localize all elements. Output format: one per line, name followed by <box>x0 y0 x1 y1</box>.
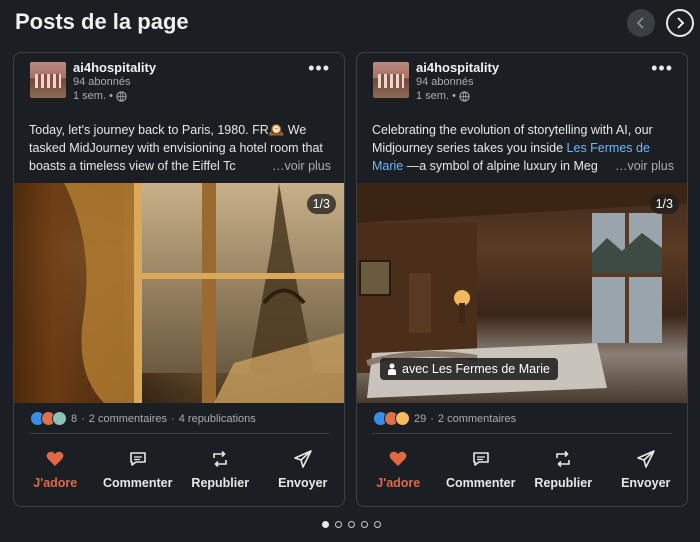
send-button[interactable]: Envoyer <box>606 443 686 499</box>
pagination-dot[interactable] <box>361 521 368 528</box>
see-more-link[interactable]: …voir plus <box>610 157 674 175</box>
post-card[interactable]: ai4hospitality 94 abonnés 1 sem. • ••• T… <box>13 52 345 507</box>
tagged-company[interactable]: avec Les Fermes de Marie <box>380 358 558 380</box>
post-author[interactable]: ai4hospitality 94 abonnés 1 sem. • <box>373 61 499 103</box>
heart-icon <box>389 451 407 466</box>
page-title: Posts de la page <box>15 9 189 34</box>
repost-icon <box>213 450 228 468</box>
follower-count: 94 abonnés <box>416 76 474 88</box>
love-label: J'adore <box>33 476 78 490</box>
post-stats[interactable]: 8 · 2 commentaires · 4 republications <box>30 411 256 426</box>
repost-label: Republier <box>534 476 593 490</box>
send-label: Envoyer <box>278 476 328 490</box>
more-options-button[interactable]: ••• <box>651 59 673 77</box>
post-image[interactable]: 1/3 <box>14 183 344 403</box>
pagination-dot[interactable] <box>322 521 329 528</box>
comment-icon <box>129 452 146 466</box>
reaction-icons <box>30 411 67 426</box>
comment-button[interactable]: Commenter <box>441 443 521 499</box>
avatar[interactable] <box>373 62 409 98</box>
comment-button[interactable]: Commenter <box>98 443 178 499</box>
divider <box>372 433 672 434</box>
repost-label: Republier <box>191 476 250 490</box>
comment-label: Commenter <box>446 476 516 490</box>
divider <box>29 433 329 434</box>
love-button[interactable]: J'adore <box>358 443 438 499</box>
globe-icon <box>116 90 127 102</box>
post-actions: J'adore Commenter Republier Envoyer <box>14 443 344 499</box>
follower-count: 94 abonnés <box>73 76 131 88</box>
repost-icon <box>556 450 571 468</box>
author-name[interactable]: ai4hospitality <box>73 61 156 75</box>
post-stats[interactable]: 29 · 2 commentaires <box>373 411 516 426</box>
send-icon <box>293 450 312 468</box>
comment-icon <box>472 452 489 466</box>
insight-reaction-icon <box>395 411 410 426</box>
image-counter: 1/3 <box>306 194 336 214</box>
carousel-next-button[interactable] <box>666 9 694 37</box>
pagination-dot[interactable] <box>374 521 381 528</box>
pagination-dots <box>322 521 381 528</box>
comment-count[interactable]: 2 commentaires <box>89 413 167 425</box>
love-label: J'adore <box>376 476 421 490</box>
post-time: 1 sem. • <box>73 90 113 102</box>
chevron-right-icon <box>677 17 685 29</box>
post-author[interactable]: ai4hospitality 94 abonnés 1 sem. • <box>30 61 156 103</box>
see-more-link[interactable]: …voir plus <box>267 157 331 175</box>
send-icon <box>636 450 655 468</box>
pagination-dot[interactable] <box>348 521 355 528</box>
globe-icon <box>459 90 470 102</box>
person-icon <box>388 363 396 375</box>
reaction-count[interactable]: 8 <box>71 413 77 425</box>
more-options-button[interactable]: ••• <box>308 59 330 77</box>
image-counter: 1/3 <box>649 194 679 214</box>
repost-count[interactable]: 4 republications <box>179 413 256 425</box>
send-button[interactable]: Envoyer <box>263 443 343 499</box>
heart-icon <box>46 451 64 466</box>
chevron-left-icon <box>636 17 644 29</box>
paris-window-illustration <box>14 183 344 403</box>
celebrate-reaction-icon <box>52 411 67 426</box>
pagination-dot[interactable] <box>335 521 342 528</box>
comment-count[interactable]: 2 commentaires <box>438 413 516 425</box>
send-label: Envoyer <box>621 476 671 490</box>
carousel-prev-button[interactable] <box>627 9 655 37</box>
post-card[interactable]: ai4hospitality 94 abonnés 1 sem. • ••• C… <box>356 52 688 507</box>
avatar[interactable] <box>30 62 66 98</box>
reaction-icons <box>373 411 410 426</box>
post-time: 1 sem. • <box>416 90 456 102</box>
post-actions: J'adore Commenter Republier Envoyer <box>357 443 687 499</box>
repost-button[interactable]: Republier <box>180 443 260 499</box>
comment-label: Commenter <box>103 476 173 490</box>
repost-button[interactable]: Republier <box>523 443 603 499</box>
reaction-count[interactable]: 29 <box>414 413 426 425</box>
post-image[interactable]: 1/3 avec Les Fermes de Marie <box>357 183 687 403</box>
love-button[interactable]: J'adore <box>15 443 95 499</box>
author-name[interactable]: ai4hospitality <box>416 61 499 75</box>
